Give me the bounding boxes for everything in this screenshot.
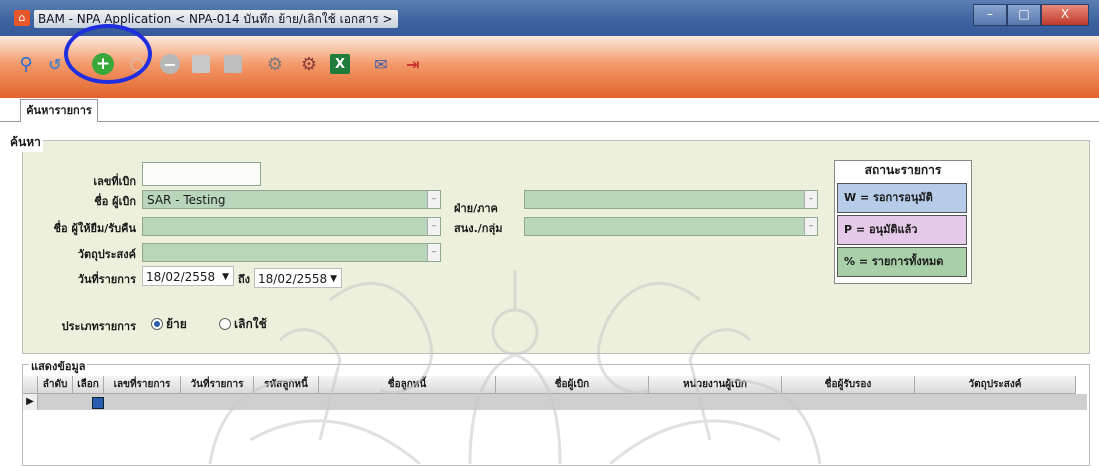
status-all[interactable]: % = รายการทั้งหมด bbox=[837, 247, 967, 277]
search-group-label: ค้นหา bbox=[8, 133, 43, 152]
date-to-picker[interactable]: 18/02/2558 ▼ bbox=[254, 268, 342, 288]
window-title: BAM - NPA Application < NPA-014 บันทึก ย… bbox=[34, 10, 398, 28]
maximize-button[interactable]: □ bbox=[1007, 4, 1041, 26]
close-button[interactable]: X bbox=[1041, 4, 1089, 26]
exit-icon[interactable]: ⇥ bbox=[402, 53, 424, 75]
window-controls: – □ X bbox=[973, 4, 1089, 26]
col-header[interactable]: รหัสลูกหนี้ bbox=[254, 376, 319, 394]
status-approved[interactable]: P = อนุมัติแล้ว bbox=[837, 215, 967, 245]
save-icon[interactable] bbox=[192, 55, 210, 73]
col-header[interactable]: ชื่อผู้รับรอง bbox=[782, 376, 915, 394]
purpose-label: วัตถุประสงค์ bbox=[77, 248, 136, 261]
dept-select[interactable]: – bbox=[524, 190, 818, 209]
save-close-icon[interactable] bbox=[224, 55, 242, 73]
requester-select[interactable]: SAR - Testing – bbox=[142, 190, 441, 209]
col-header[interactable]: เลขที่รายการ bbox=[104, 376, 181, 394]
chevron-down-icon[interactable]: ▼ bbox=[222, 267, 229, 287]
date-from-value: 18/02/2558 bbox=[146, 270, 216, 284]
col-header[interactable]: หน่วยงานผู้เบิก bbox=[649, 376, 782, 394]
refresh-icon[interactable]: ↺ bbox=[44, 53, 66, 75]
lender-select[interactable]: – bbox=[142, 217, 441, 236]
status-waiting[interactable]: W = รอการอนุมัติ bbox=[837, 183, 967, 213]
search-icon[interactable]: ⚲ bbox=[15, 53, 37, 75]
status-legend: สถานะรายการ W = รอการอนุมัติ P = อนุมัติ… bbox=[834, 160, 972, 284]
reject-icon[interactable]: ⚙ bbox=[298, 53, 320, 75]
date-to-label: ถึง bbox=[237, 273, 250, 286]
chevron-down-icon[interactable]: – bbox=[804, 218, 817, 235]
purpose-select[interactable]: – bbox=[142, 243, 441, 262]
delete-icon[interactable]: − bbox=[160, 54, 180, 74]
date-to-value: 18/02/2558 bbox=[258, 272, 328, 286]
chevron-down-icon[interactable]: – bbox=[427, 244, 440, 261]
app-home-icon: ⌂ bbox=[14, 10, 30, 26]
type-radio-move[interactable] bbox=[151, 318, 163, 330]
col-header[interactable]: วัตถุประสงค์ bbox=[915, 376, 1076, 394]
requester-value: SAR - Testing bbox=[147, 193, 226, 207]
grid-corner bbox=[23, 376, 38, 394]
type-label: ประเภทรายการ bbox=[61, 320, 136, 333]
doc-no-label: เลขที่เบิก bbox=[93, 175, 136, 188]
doc-no-input[interactable] bbox=[142, 162, 261, 186]
type-option-cancel: เลิกใช้ bbox=[234, 317, 267, 331]
data-grid-group: แสดงข้อมูล ลำดับ เลือก เลขที่รายการ วันท… bbox=[22, 357, 1090, 466]
mail-icon[interactable]: ✉ bbox=[370, 53, 392, 75]
chevron-down-icon[interactable]: – bbox=[804, 191, 817, 208]
data-grid-label: แสดงข้อมูล bbox=[29, 357, 88, 375]
type-option-move: ย้าย bbox=[166, 317, 187, 331]
table-row[interactable] bbox=[23, 394, 1087, 410]
chevron-down-icon[interactable]: – bbox=[427, 191, 440, 208]
dept-label: ฝ่าย/ภาค bbox=[454, 202, 498, 215]
requester-label: ชื่อ ผู้เบิก bbox=[94, 195, 136, 208]
chevron-down-icon[interactable]: – bbox=[427, 218, 440, 235]
date-from-picker[interactable]: 18/02/2558 ▼ bbox=[142, 266, 234, 286]
status-legend-title: สถานะรายการ bbox=[864, 163, 942, 177]
tab-search[interactable]: ค้นหารายการ bbox=[20, 99, 98, 122]
row-indicator-icon: ▶ bbox=[23, 394, 38, 410]
col-header[interactable]: ลำดับ bbox=[38, 376, 73, 394]
col-header[interactable]: เลือก bbox=[73, 376, 104, 394]
approve-icon[interactable]: ⚙ bbox=[264, 53, 286, 75]
chevron-down-icon[interactable]: ▼ bbox=[330, 269, 337, 289]
minimize-button[interactable]: – bbox=[973, 4, 1007, 26]
col-header[interactable]: ชื่อผู้เบิก bbox=[496, 376, 649, 394]
division-label: สนง./กลุ่ม bbox=[454, 222, 503, 235]
excel-icon[interactable]: X bbox=[330, 54, 350, 74]
date-label: วันที่รายการ bbox=[77, 273, 136, 286]
row-select-checkbox[interactable] bbox=[92, 397, 104, 409]
col-header[interactable]: วันที่รายการ bbox=[181, 376, 254, 394]
lender-label: ชื่อ ผู้ให้ยืม/รับคืน bbox=[53, 222, 136, 235]
division-select[interactable]: – bbox=[524, 217, 818, 236]
col-header[interactable]: ชื่อลูกหนี้ bbox=[319, 376, 496, 394]
title-bar: ⌂ BAM - NPA Application < NPA-014 บันทึก… bbox=[0, 0, 1099, 36]
tab-strip-line bbox=[0, 121, 1099, 122]
add-button-highlight-circle bbox=[64, 24, 152, 84]
type-radio-cancel[interactable] bbox=[219, 318, 231, 330]
toolbar: ⚲ ↺ + ○ − ⚙ ⚙ X ✉ ⇥ bbox=[0, 36, 1099, 98]
